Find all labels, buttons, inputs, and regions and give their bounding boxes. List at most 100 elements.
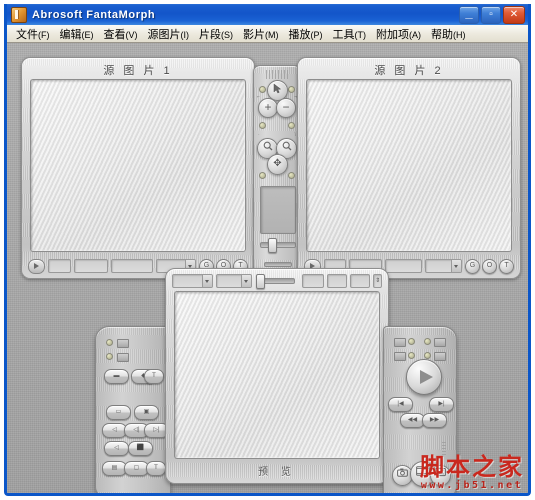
- preview-combo-1[interactable]: [172, 274, 213, 288]
- minimize-button[interactable]: _: [459, 5, 479, 24]
- menu-label: 源图片: [147, 28, 181, 41]
- source-2-round-buttons: G O T: [465, 258, 514, 274]
- menu-mnemonic: (S): [221, 29, 233, 40]
- prev-button[interactable]: |◀: [388, 397, 413, 412]
- move-button[interactable]: ✥: [267, 154, 288, 175]
- client-area: 源 图 片 1 G O T ⌐ ¬ + − · \ ✥ 源 图 片 2 G O …: [7, 43, 528, 493]
- source-1-field-2[interactable]: [73, 259, 109, 273]
- film-icon: [416, 466, 430, 476]
- menu-label: 附加项: [376, 28, 409, 41]
- zoom-out-button[interactable]: −: [276, 98, 296, 118]
- menu-mnemonic: (H): [453, 29, 466, 40]
- ctl-tick-left-2: ·: [258, 132, 260, 138]
- menu-item-tools[interactable]: 工具(T): [328, 24, 372, 44]
- preview-slider[interactable]: [255, 274, 295, 289]
- ctl-led-left-1: [259, 86, 266, 93]
- source-2-field-3[interactable]: [384, 259, 423, 273]
- ctl-tick-right-2: \: [294, 132, 296, 138]
- menu-item-view[interactable]: 查看(V): [99, 24, 143, 44]
- center-slider-knob[interactable]: [268, 238, 277, 253]
- source-image-2-canvas[interactable]: [306, 79, 512, 252]
- menu-label: 编辑: [59, 28, 82, 41]
- ctl-tick-left-1: ⌐: [257, 94, 260, 100]
- next-button[interactable]: ▶|: [429, 397, 454, 412]
- preview-spinner[interactable]: ⇕: [373, 274, 383, 288]
- preview-panel: ⇕ 预 览: [165, 268, 389, 484]
- ctl-led-right-2: [288, 122, 295, 129]
- source-1-field-1[interactable]: [48, 259, 71, 273]
- play-button[interactable]: [406, 359, 442, 395]
- menu-item-addons[interactable]: 附加项(A): [371, 24, 426, 44]
- menu-label: 文件: [16, 28, 38, 41]
- left-control-wing: ▬ ◆ T ▭ ▣ ◁ ◁| ▷| ◁ ⬛ ▤ ▢ T: [95, 326, 171, 493]
- chevron-down-icon: [201, 275, 212, 287]
- preview-field-2[interactable]: [326, 274, 348, 288]
- window-buttons: _ ▫ ✕: [459, 5, 525, 24]
- ctl-led-left-3: [259, 172, 266, 179]
- left-wing-button-1[interactable]: ▬: [104, 369, 129, 384]
- left-wing-button-9[interactable]: ◁: [104, 441, 129, 456]
- menu-item-movie[interactable]: 影片(M): [238, 24, 284, 44]
- source-2-text-button[interactable]: T: [499, 258, 514, 274]
- left-wing-button-3[interactable]: T: [144, 369, 164, 384]
- application-window: Abrosoft FantaMorph _ ▫ ✕ 文件(F) 编辑(E) 查看…: [4, 4, 531, 496]
- menu-item-file[interactable]: 文件(F): [11, 24, 55, 44]
- chevron-down-icon: [240, 275, 251, 287]
- vertical-grip-icon: [442, 441, 446, 455]
- source-image-panel-1: 源 图 片 1 G O T: [21, 57, 255, 279]
- menu-item-edit[interactable]: 编辑(E): [55, 24, 99, 44]
- left-wing-button-5[interactable]: ▣: [134, 405, 159, 420]
- source-2-grid-button[interactable]: G: [465, 258, 480, 274]
- source-2-combo[interactable]: [425, 259, 462, 273]
- app-icon: [11, 6, 27, 23]
- maximize-icon: ▫: [489, 8, 493, 20]
- menu-mnemonic: (P): [310, 29, 323, 40]
- step-forward-button[interactable]: ▶▶: [422, 413, 447, 428]
- camera-icon: [397, 468, 408, 477]
- preview-field-1[interactable]: [301, 274, 324, 288]
- grid-icon: [434, 338, 446, 347]
- zoom-in-button[interactable]: +: [258, 98, 278, 118]
- right-wing-led-1: [408, 338, 415, 345]
- preview-field-3[interactable]: [350, 274, 371, 288]
- left-wing-indicator-2: [117, 353, 129, 362]
- menu-item-source-image[interactable]: 源图片(I): [143, 24, 195, 44]
- menu-item-play[interactable]: 播放(P): [284, 24, 328, 44]
- ctl-led-right-3: [288, 172, 295, 179]
- preview-combo-2[interactable]: [215, 274, 252, 288]
- left-wing-indicator-1: [117, 339, 129, 348]
- source-image-1-canvas[interactable]: [30, 79, 246, 252]
- right-wing-led-2: [424, 338, 431, 345]
- menu-label: 工具: [332, 28, 355, 41]
- left-wing-button-13[interactable]: T: [146, 461, 166, 476]
- ctl-led-right-1: [288, 86, 295, 93]
- source-2-options-button[interactable]: O: [482, 258, 497, 274]
- menu-mnemonic: (V): [125, 29, 138, 40]
- center-controller-slider[interactable]: [260, 238, 296, 253]
- chevron-down-icon: [451, 260, 461, 272]
- menu-item-help[interactable]: 帮助(H): [426, 24, 471, 44]
- preview-label: 预 览: [258, 467, 296, 478]
- source-1-field-3[interactable]: [111, 259, 153, 273]
- menu-label: 播放: [288, 28, 311, 41]
- export-button[interactable]: [430, 465, 451, 486]
- left-wing-button-10[interactable]: ⬛: [128, 441, 153, 456]
- menu-label: 帮助: [431, 28, 453, 41]
- maximize-button[interactable]: ▫: [481, 5, 501, 24]
- window-title: Abrosoft FantaMorph: [32, 8, 156, 21]
- magnifier-icon: [282, 141, 291, 151]
- right-control-wing: |◀ ▶| ◀◀ ▶▶: [383, 326, 457, 493]
- close-button[interactable]: ✕: [503, 5, 525, 24]
- source-1-play-button[interactable]: [28, 258, 45, 274]
- menu-label: 查看: [103, 28, 126, 41]
- preview-canvas[interactable]: [174, 291, 380, 459]
- menu-bar: 文件(F) 编辑(E) 查看(V) 源图片(I) 片段(S) 影片(M) 播放(…: [7, 25, 528, 43]
- center-controller-slider-2[interactable]: [264, 262, 292, 267]
- preview-slider-knob[interactable]: [255, 274, 265, 289]
- menu-mnemonic: (F): [38, 29, 50, 40]
- source-image-panel-2: 源 图 片 2 G O T: [297, 57, 521, 279]
- left-wing-led-2: [106, 353, 113, 360]
- left-wing-button-4[interactable]: ▭: [106, 405, 131, 420]
- speaker-grill-icon: [266, 70, 288, 79]
- menu-item-clip[interactable]: 片段(S): [194, 24, 238, 44]
